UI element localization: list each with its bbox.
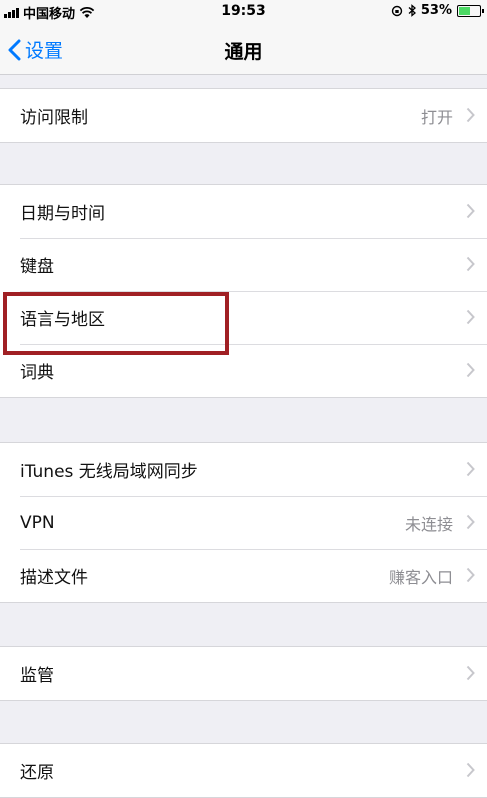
battery-percent: 53% — [420, 3, 452, 18]
battery-icon — [457, 4, 484, 17]
row-label: 描述文件 — [20, 568, 88, 588]
chevron-right-icon — [466, 665, 475, 681]
row-label: VPN — [20, 512, 55, 533]
orientation-lock-icon — [391, 5, 403, 16]
highlight-annotation-box — [3, 292, 229, 355]
row-value: 赚客入口 — [388, 567, 453, 587]
row-keyboard[interactable]: 键盘 — [0, 238, 487, 291]
chevron-right-icon — [466, 309, 475, 325]
settings-group-restrictions: 访问限制 打开 — [0, 88, 487, 143]
row-label: 监管 — [20, 666, 54, 686]
chevron-right-icon — [466, 107, 475, 123]
chevron-right-icon — [466, 567, 475, 583]
row-label: 还原 — [20, 763, 54, 783]
bluetooth-icon — [408, 4, 416, 17]
row-label: 键盘 — [20, 257, 54, 277]
row-date-time[interactable]: 日期与时间 — [0, 185, 487, 238]
status-bar: 中国移动 19:53 53% — [0, 0, 487, 24]
row-profiles[interactable]: 描述文件 赚客入口 — [0, 549, 487, 602]
row-restrictions[interactable]: 访问限制 打开 — [0, 89, 487, 142]
status-right: 53% — [391, 3, 484, 18]
chevron-right-icon — [466, 256, 475, 272]
row-label: 词典 — [20, 363, 54, 383]
row-label: iTunes 无线局域网同步 — [20, 462, 198, 482]
settings-group-reset: 还原 — [0, 743, 487, 798]
settings-group-network: iTunes 无线局域网同步 VPN 未连接 描述文件 赚客入口 — [0, 442, 487, 603]
chevron-right-icon — [466, 514, 475, 530]
row-reset[interactable]: 还原 — [0, 744, 487, 797]
row-value: 打开 — [420, 107, 453, 127]
settings-group-supervision: 监管 — [0, 646, 487, 701]
row-itunes-wifi-sync[interactable]: iTunes 无线局域网同步 — [0, 443, 487, 496]
navigation-bar: 设置 通用 — [0, 24, 487, 75]
chevron-right-icon — [466, 362, 475, 378]
chevron-right-icon — [466, 762, 475, 778]
row-label: 访问限制 — [20, 108, 88, 128]
row-value: 未连接 — [404, 514, 453, 534]
row-vpn[interactable]: VPN 未连接 — [0, 496, 487, 549]
row-label: 日期与时间 — [20, 204, 105, 224]
page-title: 通用 — [224, 41, 263, 63]
settings-group-input: 日期与时间 键盘 语言与地区 词典 — [0, 184, 487, 398]
row-supervision[interactable]: 监管 — [0, 647, 487, 700]
chevron-right-icon — [466, 203, 475, 219]
chevron-right-icon — [466, 461, 475, 477]
